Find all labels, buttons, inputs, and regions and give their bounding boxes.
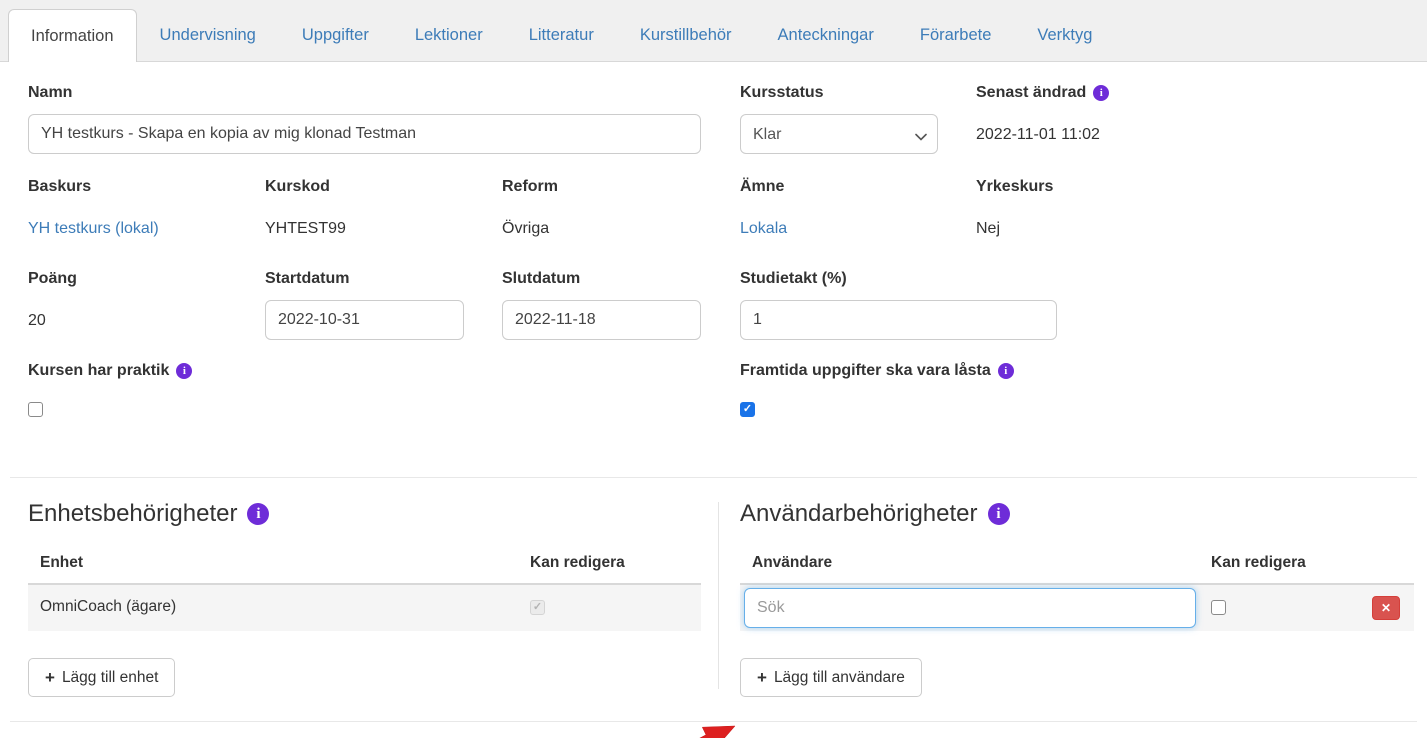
- reform-label: Reform: [502, 178, 559, 195]
- namn-label: Namn: [28, 84, 73, 101]
- enhet-kan-redigera-checkbox: ✓: [530, 600, 545, 615]
- plus-icon: +: [757, 668, 767, 687]
- tab-litteratur[interactable]: Litteratur: [506, 9, 617, 61]
- anvandare-column-header: Användare: [752, 554, 833, 571]
- add-anvandare-button[interactable]: + Lägg till användare: [740, 658, 922, 697]
- slutdatum-input[interactable]: [502, 300, 701, 340]
- info-icon[interactable]: i: [247, 503, 270, 525]
- anvandare-table: Användare Kan redigera ✕: [740, 545, 1414, 631]
- startdatum-input[interactable]: [265, 300, 464, 340]
- table-row: ✕: [740, 585, 1414, 631]
- poang-value: 20: [28, 312, 46, 329]
- kursstatus-select[interactable]: Klar: [740, 114, 938, 154]
- studietakt-label: Studietakt (%): [740, 270, 847, 287]
- delete-row-button[interactable]: ✕: [1372, 596, 1400, 620]
- enhetsbehorigheter-section: Enhetsbehörigheter i Enhet Kan redigera …: [28, 478, 718, 697]
- kurskod-value: YHTEST99: [265, 220, 346, 237]
- poang-label: Poäng: [28, 270, 77, 287]
- info-icon[interactable]: i: [997, 363, 1014, 379]
- bottom-divider: [10, 721, 1417, 722]
- tab-undervisning[interactable]: Undervisning: [137, 9, 279, 61]
- baskurs-label: Baskurs: [28, 178, 92, 195]
- anvandare-search-input[interactable]: [744, 588, 1196, 628]
- framtida-uppgifter-checkbox[interactable]: ✓: [740, 402, 755, 417]
- plus-icon: +: [45, 668, 55, 687]
- enhet-column-header: Enhet: [40, 554, 84, 571]
- tab-verktyg[interactable]: Verktyg: [1014, 9, 1115, 61]
- tab-bar: Information Undervisning Uppgifter Lekti…: [0, 0, 1427, 62]
- anvandarbehorigheter-section: Användarbehörigheter i Användare Kan red…: [719, 478, 1414, 697]
- senast-andrad-label: Senast ändrad i: [976, 84, 1110, 102]
- table-row: OmniCoach (ägare) ✓: [28, 585, 701, 631]
- close-icon: ✕: [1380, 601, 1392, 615]
- yrkeskurs-label: Yrkeskurs: [976, 178, 1054, 195]
- add-enhet-button[interactable]: + Lägg till enhet: [28, 658, 176, 697]
- anvandarbehorigheter-title: Användarbehörigheter i: [740, 500, 1414, 528]
- kurskod-label: Kurskod: [265, 178, 330, 195]
- annotation-arrow: [699, 725, 736, 738]
- tab-forarbete[interactable]: Förarbete: [897, 9, 1015, 61]
- slutdatum-label: Slutdatum: [502, 270, 581, 287]
- kursen-har-praktik-checkbox[interactable]: [28, 402, 43, 417]
- yrkeskurs-value: Nej: [976, 220, 1001, 237]
- kursstatus-label: Kursstatus: [740, 84, 824, 101]
- namn-input[interactable]: [28, 114, 701, 154]
- startdatum-label: Startdatum: [265, 270, 350, 287]
- info-icon[interactable]: i: [1093, 85, 1110, 101]
- course-information-form: Namn Kursstatus Klar Senast ändrad i 202…: [0, 84, 1427, 738]
- framtida-uppgifter-label: Framtida uppgifter ska vara låsta i: [740, 362, 1014, 380]
- tab-information[interactable]: Information: [8, 9, 137, 62]
- tab-anteckningar[interactable]: Anteckningar: [755, 9, 897, 61]
- enhetsbehorigheter-title: Enhetsbehörigheter i: [28, 500, 701, 528]
- baskurs-link[interactable]: YH testkurs (lokal): [28, 220, 159, 238]
- tab-kurstillbehor[interactable]: Kurstillbehör: [617, 9, 755, 61]
- anvandare-kan-redigera-checkbox[interactable]: [1211, 600, 1226, 615]
- enhet-table: Enhet Kan redigera OmniCoach (ägare) ✓: [28, 545, 701, 631]
- enhet-row-name: OmniCoach (ägare): [40, 598, 177, 615]
- tab-uppgifter[interactable]: Uppgifter: [279, 9, 392, 61]
- kursen-har-praktik-label: Kursen har praktik i: [28, 362, 193, 380]
- kan-redigera-column-header: Kan redigera: [530, 554, 625, 571]
- kan-redigera-column-header: Kan redigera: [1211, 554, 1306, 571]
- info-icon[interactable]: i: [987, 503, 1010, 525]
- info-icon[interactable]: i: [176, 363, 193, 379]
- amne-label: Ämne: [740, 178, 785, 195]
- senast-andrad-value: 2022-11-01 11:02: [976, 126, 1100, 143]
- studietakt-input[interactable]: [740, 300, 1057, 340]
- tab-lektioner[interactable]: Lektioner: [392, 9, 506, 61]
- amne-link[interactable]: Lokala: [740, 220, 787, 238]
- reform-value: Övriga: [502, 220, 550, 237]
